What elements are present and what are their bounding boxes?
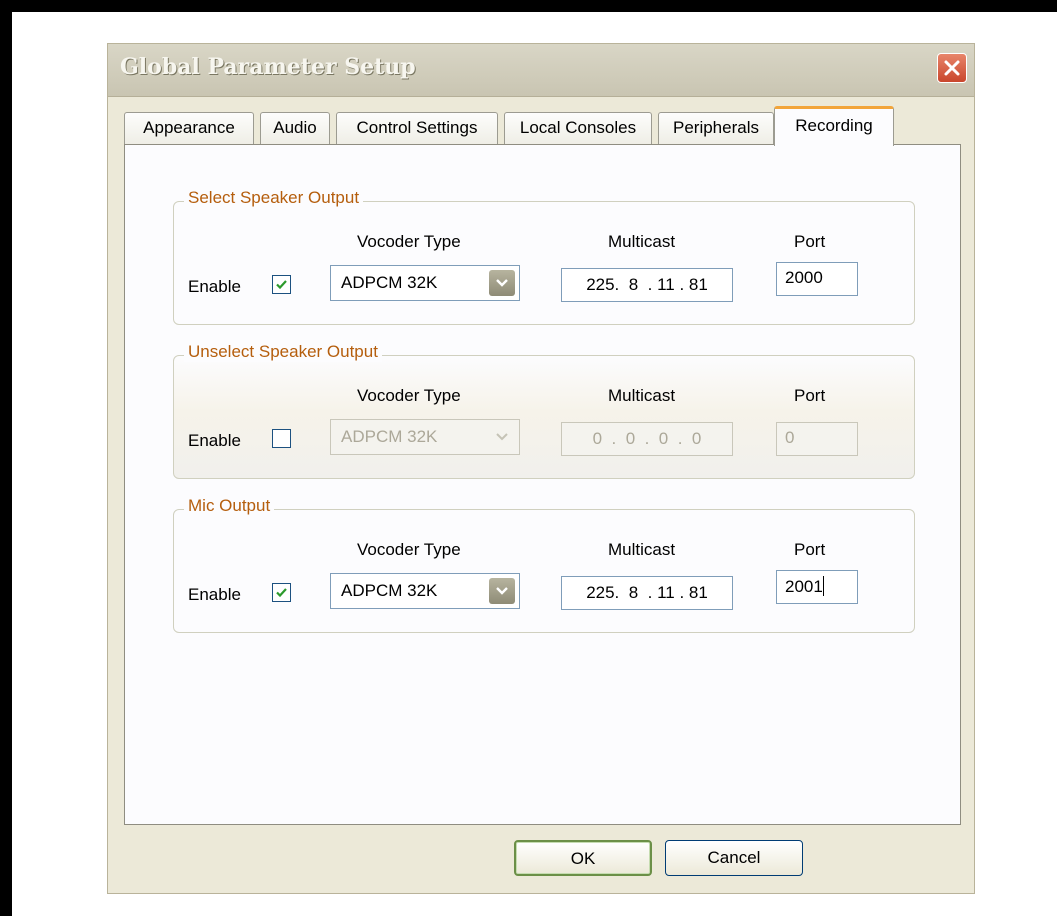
tab-audio[interactable]: Audio <box>260 112 330 144</box>
port-label: Port <box>794 232 826 251</box>
vocoder-type-label: Vocoder Type <box>357 386 461 405</box>
tab-control-settings[interactable]: Control Settings <box>336 112 498 144</box>
port-input[interactable]: 2001 <box>776 570 858 604</box>
cancel-button[interactable]: Cancel <box>665 840 803 876</box>
vocoder-type-label: Vocoder Type <box>357 540 461 559</box>
chevron-down-icon <box>496 279 508 287</box>
close-button[interactable] <box>937 53 967 83</box>
multicast-address-field[interactable]: 225. 8 . 11 . 81 <box>561 268 733 302</box>
group-label: Select Speaker Output <box>184 188 364 208</box>
multicast-address-field[interactable]: 225. 8 . 11 . 81 <box>561 576 733 610</box>
window-title: Global Parameter Setup <box>120 54 416 80</box>
chevron-down-icon <box>496 587 508 595</box>
enable-label: Enable <box>188 585 241 604</box>
port-label: Port <box>794 540 826 559</box>
dropdown-button[interactable] <box>489 424 515 450</box>
global-parameter-dialog: Global Parameter Setup Appearance Audio … <box>107 43 975 894</box>
vocoder-type-select[interactable]: ADPCM 32K <box>330 265 520 301</box>
vocoder-type-label: Vocoder Type <box>357 232 461 251</box>
vocoder-type-select[interactable]: ADPCM 32K <box>330 419 520 455</box>
multicast-label: Multicast <box>608 386 676 405</box>
checkmark-icon <box>276 588 287 598</box>
tab-recording[interactable]: Recording <box>774 106 894 146</box>
checkmark-icon <box>276 280 287 290</box>
frame-border-top <box>0 0 1057 12</box>
multicast-label: Multicast <box>608 232 676 251</box>
multicast-address-field[interactable]: 0 . 0 . 0 . 0 <box>561 422 733 456</box>
dropdown-button[interactable] <box>489 270 515 296</box>
port-input[interactable]: 0 <box>776 422 858 456</box>
port-label: Port <box>794 386 826 405</box>
vocoder-type-value: ADPCM 32K <box>341 273 438 292</box>
frame-border-left <box>0 0 12 916</box>
group-label: Mic Output <box>184 496 275 516</box>
enable-checkbox[interactable] <box>272 429 291 448</box>
tab-appearance[interactable]: Appearance <box>124 112 254 144</box>
tab-peripherals[interactable]: Peripherals <box>658 112 774 144</box>
chevron-down-icon <box>496 433 508 441</box>
select-speaker-output-group: Select Speaker Output Vocoder Type Multi… <box>173 188 915 325</box>
text-cursor <box>822 576 824 596</box>
group-label: Unselect Speaker Output <box>184 342 382 362</box>
port-value: 2001 <box>785 577 823 596</box>
enable-label: Enable <box>188 431 241 450</box>
multicast-label: Multicast <box>608 540 676 559</box>
port-input[interactable]: 2000 <box>776 262 858 296</box>
enable-checkbox[interactable] <box>272 275 291 294</box>
ok-button[interactable]: OK <box>514 840 652 876</box>
vocoder-type-value: ADPCM 32K <box>341 427 438 446</box>
recording-tab-panel: Select Speaker Output Vocoder Type Multi… <box>124 144 961 825</box>
title-bar[interactable]: Global Parameter Setup <box>108 44 974 97</box>
dropdown-button[interactable] <box>489 578 515 604</box>
tab-local-consoles[interactable]: Local Consoles <box>504 112 652 144</box>
unselect-speaker-output-group: Unselect Speaker Output Vocoder Type Mul… <box>173 342 915 479</box>
mic-output-group: Mic Output Vocoder Type Multicast Port E… <box>173 496 915 633</box>
vocoder-type-value: ADPCM 32K <box>341 581 438 600</box>
enable-checkbox[interactable] <box>272 583 291 602</box>
close-icon <box>944 60 960 76</box>
vocoder-type-select[interactable]: ADPCM 32K <box>330 573 520 609</box>
enable-label: Enable <box>188 277 241 296</box>
